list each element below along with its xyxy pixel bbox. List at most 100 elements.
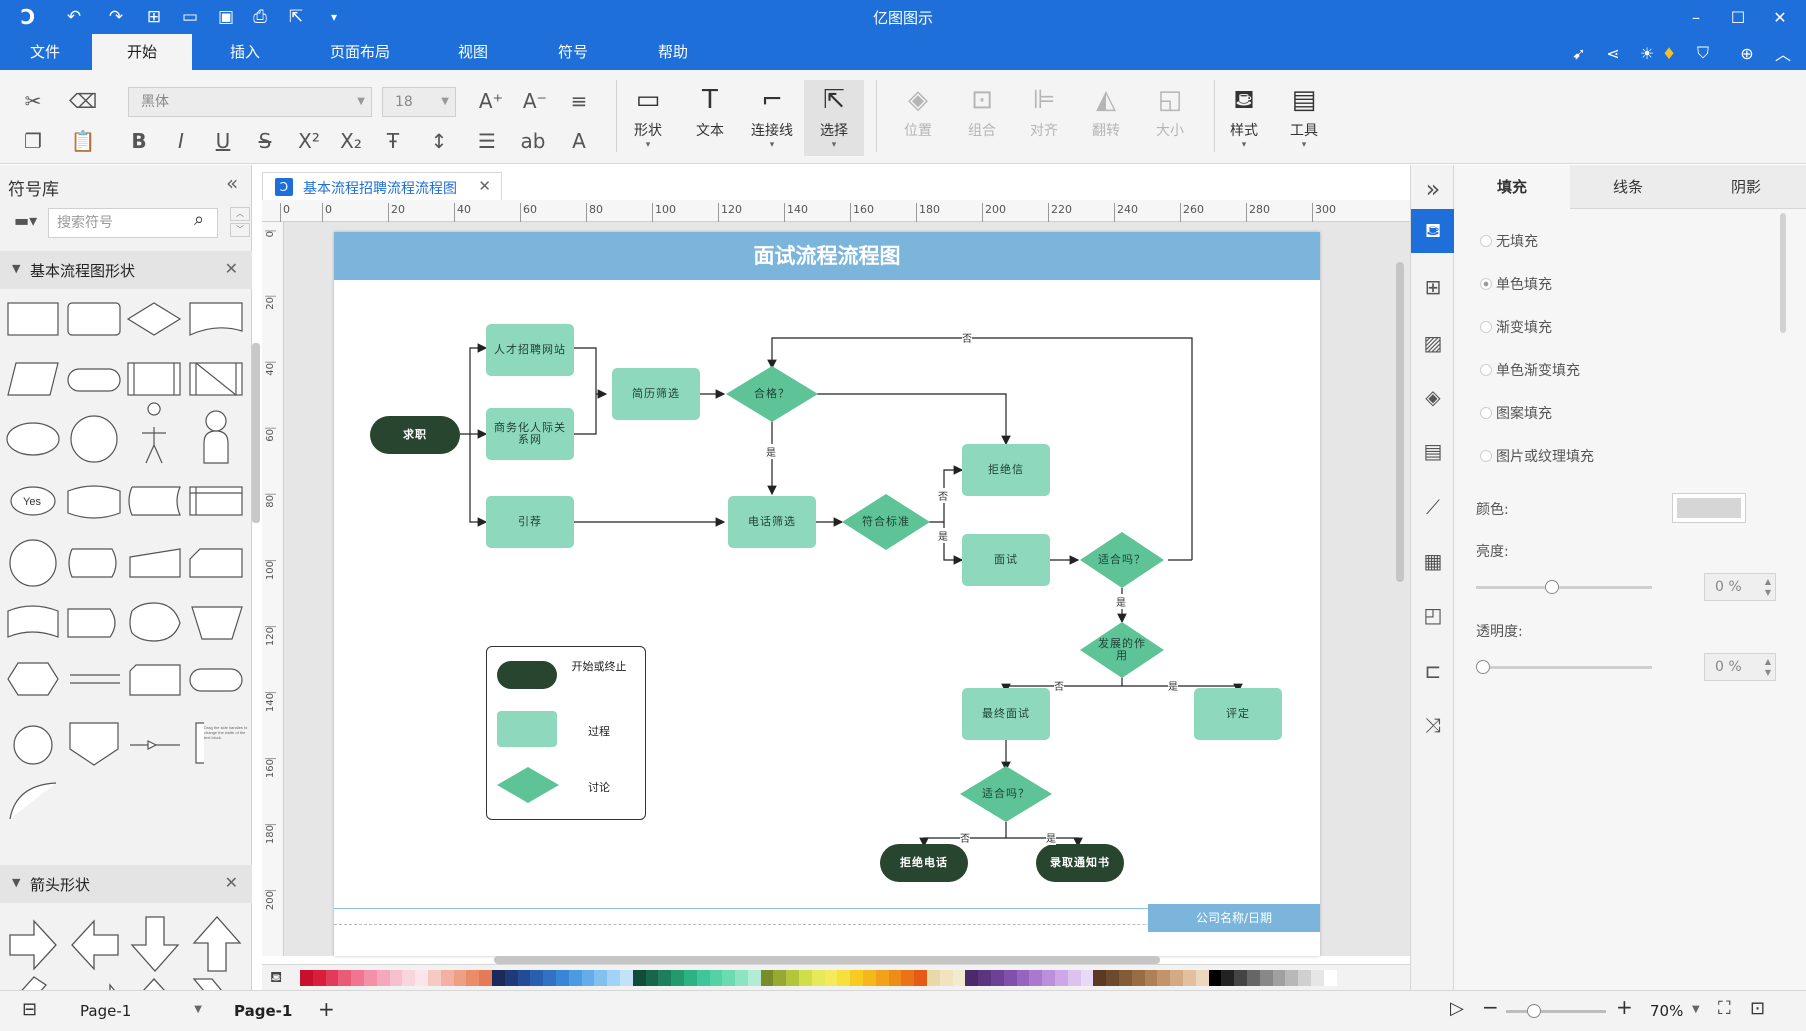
palette-swatch[interactable] [555, 970, 569, 986]
zoom-dropdown-icon[interactable]: ▼ [1692, 1004, 1700, 1015]
fill-option-solid-gradient[interactable]: 单色渐变填充 [1480, 360, 1580, 384]
legend[interactable]: 开始或终止 过程 讨论 [486, 646, 646, 820]
close-button[interactable]: ✕ [1760, 4, 1800, 30]
format-panel-icon[interactable]: ⊏ [1411, 649, 1455, 693]
page-panel-icon[interactable]: ▤ [1411, 429, 1455, 473]
share-icon[interactable]: ⋖ [1600, 40, 1626, 66]
fill-option-gradient[interactable]: 渐变填充 [1480, 317, 1552, 341]
brightness-slider[interactable] [1476, 586, 1652, 589]
arrow-shape-grid[interactable] [0, 907, 252, 991]
panel-scrollbar[interactable] [1780, 213, 1786, 333]
node-referral[interactable]: 引荐 [486, 496, 574, 548]
maximize-button[interactable]: ☐ [1718, 4, 1758, 30]
palette-swatch[interactable] [479, 970, 492, 986]
zoom-in-icon[interactable]: + [1616, 995, 1633, 1019]
palette-swatch[interactable] [824, 970, 838, 986]
tab-insert[interactable]: 插入 [200, 34, 290, 70]
tab-line[interactable]: 线条 [1570, 165, 1686, 209]
close-section-icon[interactable]: ✕ [225, 873, 238, 892]
palette-swatch[interactable] [965, 970, 979, 986]
palette-swatch[interactable] [504, 970, 518, 986]
tab-help[interactable]: 帮助 [630, 34, 716, 70]
document-tab[interactable]: Ↄ 基本流程招聘流程流程图 ✕ [262, 172, 502, 200]
publish-icon[interactable]: ➹ [1566, 40, 1592, 66]
palette-swatch[interactable] [427, 970, 441, 986]
palette-swatch[interactable] [300, 970, 313, 986]
palette-swatch[interactable] [914, 970, 928, 986]
palette-swatch[interactable] [991, 970, 1004, 986]
bold-icon[interactable]: B [124, 126, 154, 156]
expand-panel-icon[interactable]: » [1411, 167, 1455, 211]
palette-swatch[interactable] [581, 970, 595, 986]
collapse-panel-icon[interactable]: « [226, 171, 238, 195]
palette-swatch[interactable] [491, 970, 505, 986]
strikethrough-icon[interactable]: S [250, 126, 280, 156]
tab-home[interactable]: 开始 [92, 34, 192, 70]
palette-swatch[interactable] [927, 970, 940, 986]
palette-swatch[interactable] [1131, 970, 1145, 986]
scroll-up-icon[interactable]: ︿ [230, 207, 250, 221]
palette-swatch[interactable] [735, 970, 748, 986]
palette-swatch[interactable] [811, 970, 825, 986]
layout-panel-icon[interactable]: ◰ [1411, 593, 1455, 637]
palette-swatch[interactable] [453, 970, 467, 986]
palette-swatch[interactable] [1003, 970, 1017, 986]
node-rejection-letter[interactable]: 拒绝信 [962, 444, 1050, 496]
subscript-icon[interactable]: X₂ [336, 126, 366, 156]
palette-swatch[interactable] [875, 970, 889, 986]
tab-symbol[interactable]: 符号 [530, 34, 616, 70]
align-text-icon[interactable]: ≡ [564, 86, 594, 116]
zoom-level[interactable]: 70% [1650, 1002, 1683, 1020]
palette-swatch[interactable] [1221, 970, 1235, 986]
palette-swatch[interactable] [1055, 970, 1068, 986]
fit-page-icon[interactable]: ⛶ [1718, 998, 1731, 1019]
cut-icon[interactable]: ✂ [18, 86, 48, 116]
group-button[interactable]: ⊡ 组合 [954, 80, 1010, 156]
library-scrollbar[interactable] [252, 343, 260, 523]
scroll-down-icon[interactable]: ﹀ [230, 223, 250, 237]
palette-swatch[interactable] [786, 970, 800, 986]
palette-swatch[interactable] [1285, 970, 1299, 986]
palette-swatch[interactable] [568, 970, 582, 986]
opacity-slider-knob[interactable] [1476, 660, 1490, 674]
palette-swatch[interactable] [1029, 970, 1043, 986]
italic-icon[interactable]: I [166, 126, 196, 156]
palette-swatch[interactable] [325, 970, 339, 986]
palette-swatch[interactable] [594, 970, 608, 986]
fill-option-none[interactable]: 无填充 [1480, 231, 1538, 255]
palette-swatch[interactable] [1042, 970, 1056, 986]
palette-swatch[interactable] [901, 970, 915, 986]
palette-swatch[interactable] [543, 970, 556, 986]
palette-swatch[interactable] [607, 970, 620, 986]
select-button[interactable]: ⇱ 选择 ▾ [804, 80, 864, 156]
decrease-font-icon[interactable]: A⁻ [520, 86, 550, 116]
grid-panel-icon[interactable]: ⊞ [1411, 265, 1455, 309]
fill-option-solid[interactable]: 单色填充 [1480, 274, 1552, 298]
palette-swatch[interactable] [709, 970, 723, 986]
palette-swatch[interactable] [1323, 970, 1337, 986]
tab-shadow[interactable]: 阴影 [1686, 165, 1806, 209]
shape-button[interactable]: ▭ 形状 ▾ [620, 80, 676, 156]
palette-swatch[interactable] [1144, 970, 1158, 986]
layers-panel-icon[interactable]: ◈ [1411, 375, 1455, 419]
palette-swatch[interactable] [530, 970, 544, 986]
text-case-icon[interactable]: Ŧ [378, 126, 408, 156]
align-button[interactable]: ⊫ 对齐 [1016, 80, 1072, 156]
format-painter-icon[interactable]: ⌫ [68, 86, 98, 116]
color-palette[interactable]: ⛾ [262, 964, 1410, 990]
add-page-icon[interactable]: + [318, 997, 335, 1021]
fill-option-picture[interactable]: 图片或纹理填充 [1480, 446, 1594, 470]
palette-swatch[interactable] [1259, 970, 1273, 986]
image-panel-icon[interactable]: ▨ [1411, 321, 1455, 365]
opacity-slider[interactable] [1476, 666, 1652, 669]
palette-swatch[interactable] [1246, 970, 1260, 986]
palette-swatch[interactable] [837, 970, 851, 986]
palette-swatch[interactable] [1182, 970, 1196, 986]
palette-swatch[interactable] [1310, 970, 1324, 986]
node-final-interview[interactable]: 最终面试 [962, 688, 1050, 740]
close-section-icon[interactable]: ✕ [225, 259, 238, 278]
search-input[interactable]: 搜索符号 [48, 208, 218, 238]
play-icon[interactable]: ▷ [1450, 998, 1464, 1019]
library-menu-icon[interactable]: ▬▾ [14, 211, 37, 230]
canvas-vertical-scrollbar[interactable] [1396, 262, 1404, 582]
